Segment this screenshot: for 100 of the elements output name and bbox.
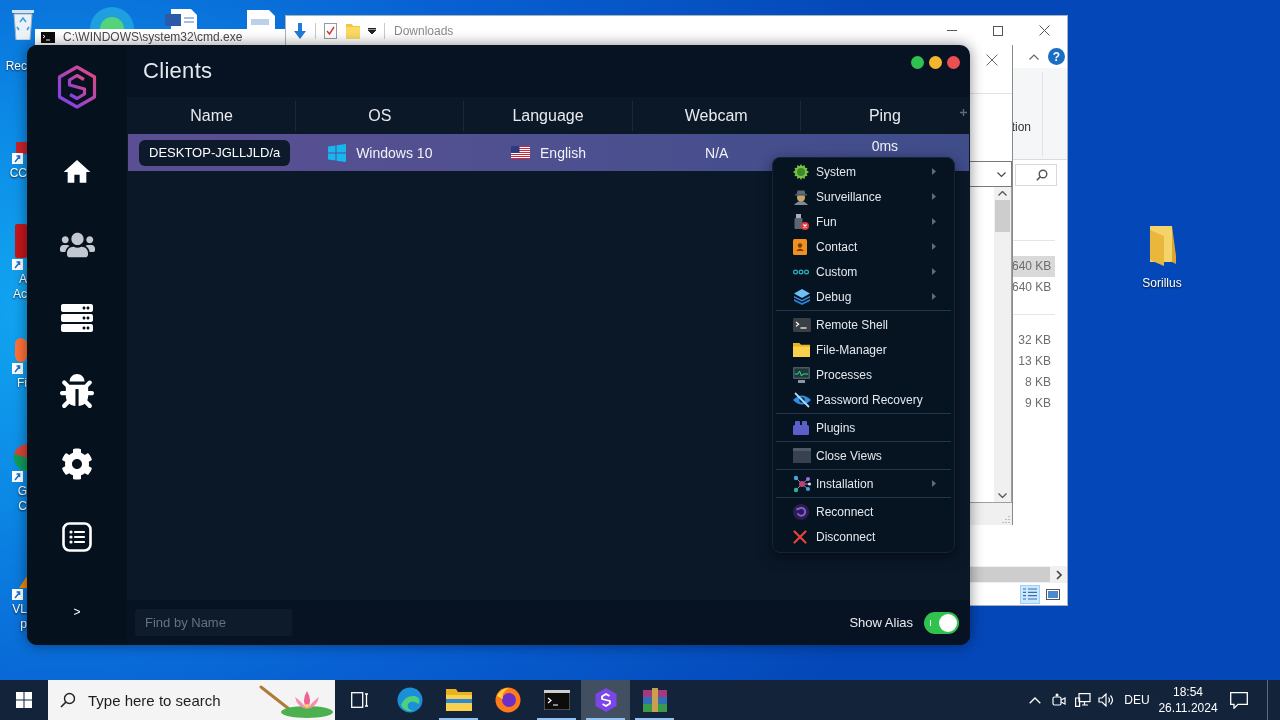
close-icon <box>1038 25 1050 36</box>
menu-item[interactable]: File-Manager <box>776 337 951 362</box>
maximize-button[interactable] <box>911 56 924 69</box>
search-field[interactable]: Find by Name <box>135 609 292 636</box>
menu-item[interactable]: Processes <box>776 362 951 387</box>
taskbar-app-button[interactable] <box>581 680 630 720</box>
network-icon <box>1074 693 1091 707</box>
hostname-label: DESKTOP-JGLLJLD/a <box>139 139 291 166</box>
expand-button[interactable]: > <box>70 603 84 621</box>
help-button[interactable]: ? <box>1048 48 1065 65</box>
logo-icon <box>57 65 97 109</box>
search-icon <box>1036 169 1048 181</box>
minimize-button[interactable] <box>929 56 942 69</box>
checklist-icon[interactable] <box>324 22 337 39</box>
scrollbar-thumb[interactable] <box>970 567 1050 582</box>
column-header[interactable]: Name <box>128 100 297 131</box>
menu-item[interactable]: Plugins <box>776 415 951 440</box>
preview-icon <box>1046 588 1060 600</box>
window-icon <box>793 448 811 463</box>
dots-icon <box>793 268 809 275</box>
menu-item[interactable]: Contact <box>776 234 951 259</box>
column-header[interactable]: OS <box>296 100 465 131</box>
maximize-icon <box>993 25 1003 36</box>
alias-label: Show Alias <box>849 615 913 630</box>
caret-down-icon[interactable] <box>368 27 376 34</box>
file-size-cell[interactable]: 9 KB <box>1012 393 1055 414</box>
menu-item[interactable]: Remote Shell <box>776 312 951 337</box>
gear-icon <box>793 163 809 180</box>
network-icon <box>793 474 811 493</box>
ribbon-label[interactable]: tion <box>1011 120 1031 134</box>
menu-item[interactable]: Password Recovery <box>776 387 951 412</box>
chevron-up-icon[interactable] <box>1029 53 1039 60</box>
menu-item[interactable]: Close Views <box>776 443 951 468</box>
menu-item[interactable]: Disconnect <box>776 524 951 549</box>
terminal-icon <box>793 317 811 332</box>
page-title: Clients <box>143 58 213 84</box>
browser-icon <box>396 687 423 713</box>
chat-bubble-icon <box>1230 691 1248 709</box>
archive-icon <box>642 688 667 712</box>
document-icon[interactable] <box>245 10 277 29</box>
chevron-down-icon[interactable] <box>998 493 1007 498</box>
language-name: English <box>540 144 586 161</box>
flag-icon <box>511 146 531 159</box>
shortcut-icon[interactable] <box>12 338 27 374</box>
shortcut-icon[interactable] <box>12 576 27 600</box>
ping-value: 0ms <box>871 138 899 154</box>
menu-item[interactable]: Custom <box>776 259 951 284</box>
shortcut-icon[interactable] <box>12 444 27 482</box>
browser-icon <box>494 687 521 713</box>
vertical-scrollbar[interactable] <box>994 187 1011 502</box>
menu-item[interactable]: Reconnect <box>776 499 951 524</box>
window-title: C:\WINDOWS\system32\cmd.exe <box>63 29 243 45</box>
layers-icon <box>793 288 811 305</box>
folder-icon <box>445 689 472 711</box>
desktop-icon-label: G C <box>17 484 27 514</box>
video-call-icon <box>1052 693 1066 707</box>
column-header[interactable]: Webcam <box>632 100 801 131</box>
search-field[interactable] <box>1015 164 1057 186</box>
desktop-icon-label: CC <box>9 166 27 181</box>
file-size-cell[interactable]: 640 KB <box>1012 277 1055 298</box>
column-header[interactable]: Ping <box>800 100 969 131</box>
desktop-icon-label: Rec <box>5 59 27 74</box>
file-size-cell[interactable]: 8 KB <box>1012 372 1055 393</box>
resize-grip-icon[interactable] <box>1002 515 1010 523</box>
search-field[interactable]: Type here to search <box>48 680 335 720</box>
plus-icon[interactable] <box>960 109 967 116</box>
shortcut-icon[interactable] <box>12 142 27 164</box>
monitor-icon <box>793 366 810 383</box>
speaker-icon <box>1097 693 1114 707</box>
horizontal-scrollbar[interactable] <box>970 566 1067 583</box>
menu-item[interactable]: Installation <box>776 471 951 496</box>
folder-icon <box>793 342 810 357</box>
menu-item[interactable]: Fun <box>776 209 951 234</box>
menu-item[interactable]: Surveillance <box>776 184 951 209</box>
shortcut-icon[interactable] <box>12 224 27 270</box>
file-size-cell[interactable]: 640 KB <box>1012 256 1055 277</box>
view-button[interactable] <box>1020 584 1040 604</box>
search-icon <box>60 692 76 708</box>
dropdown-field[interactable] <box>968 161 1012 187</box>
contact-book-icon <box>793 238 807 255</box>
desktop-icon-label: A Ac <box>13 272 27 302</box>
chevron-up-icon <box>1029 696 1041 704</box>
chevron-right-icon[interactable] <box>1055 569 1062 580</box>
reload-icon <box>793 503 809 520</box>
language-indicator[interactable]: DEU <box>1117 680 1157 720</box>
column-header[interactable]: Language <box>464 100 633 131</box>
toggle-switch[interactable] <box>924 611 959 634</box>
window-title: Downloads <box>394 23 454 38</box>
minimize-icon <box>947 30 957 31</box>
close-icon <box>986 54 998 66</box>
details-view-icon <box>1023 588 1037 600</box>
scrollbar-thumb[interactable] <box>995 200 1010 232</box>
file-size-cell[interactable]: 13 KB <box>1012 351 1055 372</box>
down-arrow-icon[interactable] <box>293 22 307 39</box>
clock[interactable]: 18:54 26.11.2024 <box>1157 680 1219 720</box>
chevron-up-icon[interactable] <box>998 191 1007 196</box>
file-size-cell[interactable]: 32 KB <box>1012 330 1055 351</box>
window-panes-icon <box>328 143 347 162</box>
menu-item[interactable]: Debug <box>776 284 951 309</box>
usb-drive-icon <box>793 213 809 230</box>
